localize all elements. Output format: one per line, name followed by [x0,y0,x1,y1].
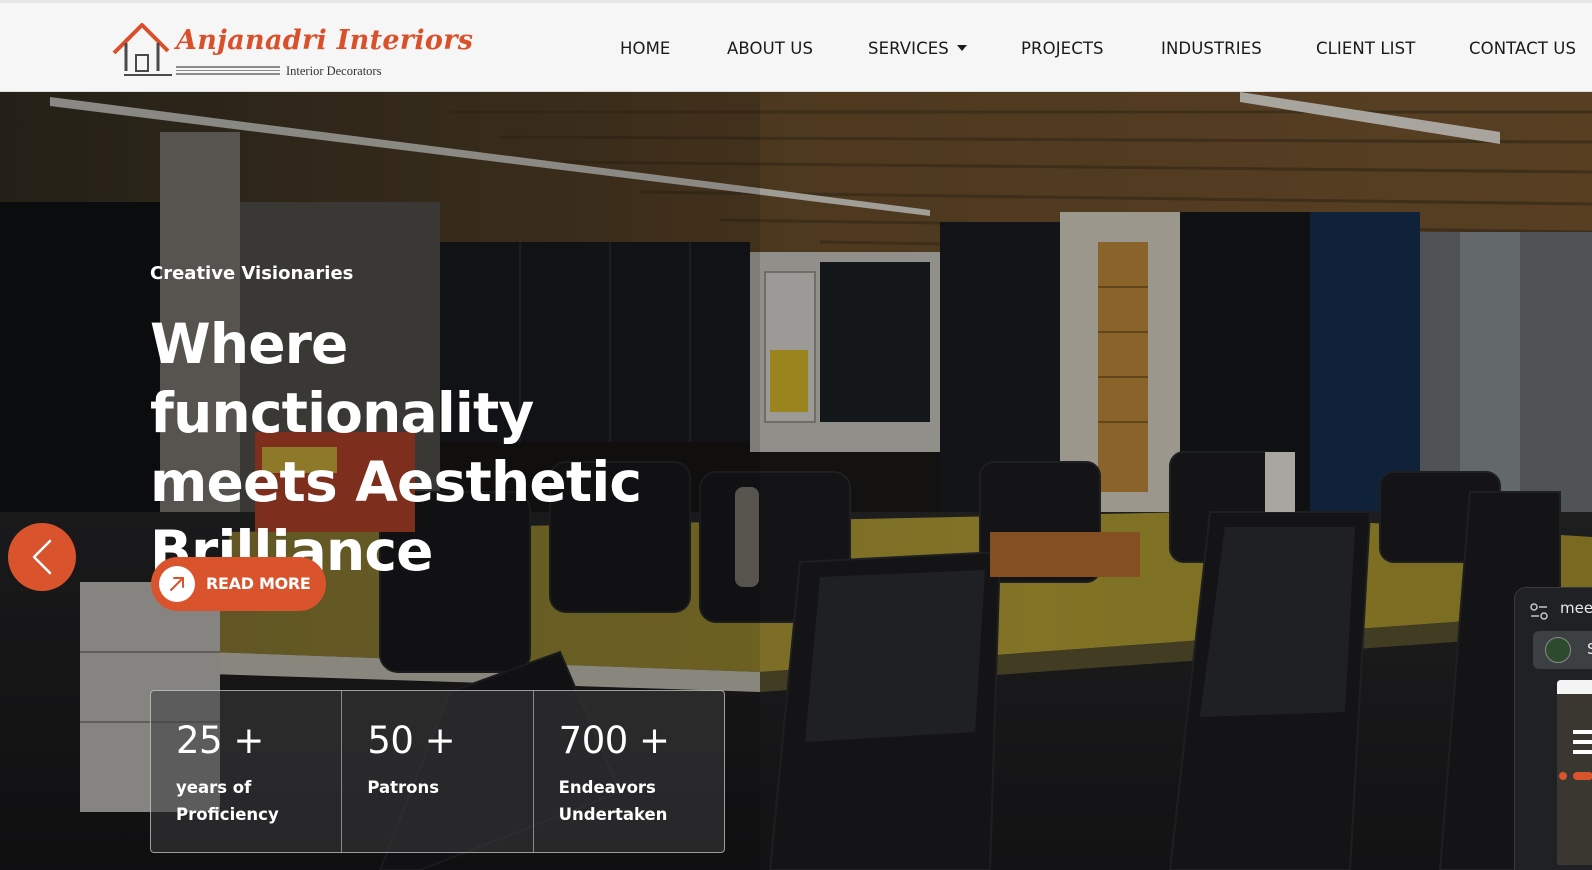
avatar [1545,637,1571,663]
settings-sliders-icon[interactable] [1529,602,1549,622]
nav-client-list[interactable]: CLIENT LIST [1316,39,1415,58]
meet-participant-row[interactable]: S [1533,631,1592,669]
site-header: Anjanadri Interiors Interior Decorators … [0,3,1592,92]
logo-decorative-lines [176,66,280,75]
hero-slider: Creative Visionaries Where functionality… [0,92,1592,870]
house-logo-icon [112,23,172,76]
stat-value: 25 + [176,719,264,762]
nav-about-us[interactable]: ABOUT US [727,39,813,58]
brand-name: Anjanadri Interiors [176,25,474,56]
stat-value: 50 + [367,719,456,762]
arrow-up-right-icon [170,577,184,591]
caret-down-icon [956,44,967,51]
participant-initial: S [1587,640,1592,658]
hero-headline: Where functionality meets Aesthetic Bril… [150,312,642,583]
stat-value: 700 + [558,719,670,762]
stat-label: years of Proficiency [176,778,279,824]
stat-label: Endeavors Undertaken [558,778,668,824]
meet-title: meet [1560,599,1592,617]
hero-eyebrow: Creative Visionaries [150,263,354,284]
stats-panel: 25 + years of Proficiency 50 + Patrons 7… [150,690,725,853]
nav-services-label: SERVICES [868,39,949,58]
chevron-left-icon [32,539,52,575]
stat-years: 25 + years of Proficiency [151,691,343,852]
nav-contact-us[interactable]: CONTACT US [1469,39,1576,58]
nav-services[interactable]: SERVICES [868,39,967,58]
meet-screen-preview[interactable] [1557,680,1592,865]
brand-logo[interactable]: Anjanadri Interiors Interior Decorators [110,19,473,83]
stat-patrons: 50 + Patrons [342,691,534,852]
nav-projects[interactable]: PROJECTS [1021,39,1104,58]
read-more-button[interactable]: READ MORE [151,557,326,611]
cta-icon-circle [159,566,195,602]
nav-home[interactable]: HOME [620,39,670,58]
meet-floating-widget[interactable]: meet S [1514,587,1592,870]
stat-label: Patrons [367,778,440,797]
stat-endeavors: 700 + Endeavors Undertaken [534,691,724,852]
screen-thumbnail-image [1557,680,1592,865]
slider-prev-button[interactable] [8,523,76,591]
brand-tagline: Interior Decorators [286,64,382,78]
read-more-label: READ MORE [206,574,311,593]
nav-industries[interactable]: INDUSTRIES [1161,39,1262,58]
